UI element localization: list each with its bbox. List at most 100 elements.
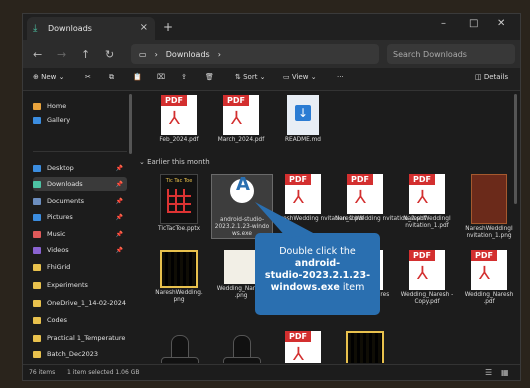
cut-icon[interactable]: ✂ — [85, 73, 91, 81]
file-name: NareshWeddingI nvitation_1.pdf — [403, 216, 451, 229]
minimize-button[interactable]: – — [441, 18, 446, 29]
file-item[interactable]: PDF ⅄ NareshWeddingI nvitation_1.pdf — [397, 174, 457, 230]
callout-line-1: Double click the — [279, 246, 356, 257]
sidebar-item[interactable]: Documents 📌 — [33, 194, 127, 208]
folder-icon — [33, 299, 41, 307]
sidebar-item[interactable]: Practical 1_Temperature Co — [33, 331, 127, 345]
sidebar-item[interactable]: Codes — [33, 313, 127, 327]
sidebar-item[interactable]: Music 📌 — [33, 227, 127, 241]
view-button[interactable]: ▭ View ⌄ — [283, 73, 317, 81]
file-item[interactable]: PDF ⅄ Wedding_Naresh .pdf — [459, 250, 513, 306]
view-icon: ▭ — [283, 73, 292, 81]
pdf-file-icon: PDF ⅄ — [161, 95, 197, 135]
instruction-callout: Double click the android- studio-2023.2.… — [255, 233, 380, 315]
command-bar: ⊕ New ⌄ ✂ ⧉ 📋 ⌧ ⇪ 🗑 ⇅ Sort ⌄ ▭ View ⌄ ··… — [23, 68, 520, 91]
breadcrumb[interactable]: ▭ › Downloads › — [131, 44, 379, 64]
tab-downloads[interactable]: ⤓ Downloads × — [27, 17, 155, 40]
acrobat-icon: ⅄ — [417, 263, 428, 284]
sidebar-item[interactable]: FhiGrid — [33, 260, 127, 274]
file-item[interactable]: Tic Tac Toe TicTacToe.pptx — [149, 174, 209, 233]
sidebar-item[interactable]: Gallery — [33, 113, 127, 127]
file-name: March_2024.pdf — [217, 137, 265, 143]
breadcrumb-downloads[interactable]: Downloads — [166, 50, 210, 59]
rename-icon[interactable]: ⌧ — [157, 73, 165, 81]
file-item[interactable] — [211, 331, 271, 363]
refresh-icon[interactable]: ↻ — [105, 48, 114, 61]
new-tab-button[interactable]: + — [163, 20, 173, 34]
paste-icon[interactable]: 📋 — [133, 73, 142, 81]
navigation-pane: Home Gallery Desktop 📌 Downloads 📌 Documents 📌 P… — [23, 91, 131, 363]
maximize-button[interactable]: □ — [469, 18, 478, 29]
sidebar-item[interactable]: Downloads 📌 — [33, 177, 127, 191]
sidebar-item[interactable]: Home — [33, 99, 127, 113]
delete-icon[interactable]: 🗑 — [205, 73, 214, 81]
sidebar-item-label: Gallery — [47, 116, 71, 124]
folder-icon — [33, 180, 41, 188]
file-item[interactable]: NareshWeddingI nvitation_1.png — [459, 174, 513, 240]
shiva-lingam-icon — [221, 331, 261, 363]
sidebar-item-label: Pictures — [47, 213, 73, 221]
sidebar-item[interactable]: Experiments — [33, 278, 127, 292]
copy-icon[interactable]: ⧉ — [109, 73, 114, 82]
group-header-label: Earlier this month — [147, 158, 210, 166]
file-item[interactable]: PDF ⅄ March_2024.pdf — [211, 95, 271, 144]
pdf-label: PDF — [223, 95, 249, 106]
file-item[interactable] — [335, 331, 395, 363]
sidebar-scrollbar[interactable] — [129, 94, 132, 154]
back-arrow-icon[interactable]: ← — [33, 48, 42, 61]
acrobat-icon: ⅄ — [479, 263, 490, 284]
acrobat-icon: ⅄ — [417, 187, 428, 208]
pin-icon: 📌 — [115, 246, 123, 254]
sidebar-item-label: Home — [47, 102, 67, 110]
new-button[interactable]: ⊕ New ⌄ — [33, 73, 64, 81]
acrobat-icon: ⅄ — [293, 344, 304, 364]
sidebar-item-label: Practical 1_Temperature Co — [47, 334, 127, 342]
folder-icon — [33, 246, 41, 254]
file-item[interactable]: NareshWedding. png — [149, 250, 209, 304]
details-pane-icon: ◫ — [475, 73, 484, 81]
file-item[interactable]: ↓ README.md — [273, 95, 333, 144]
file-item[interactable]: PDF ⅄ Wedding_Naresh - Copy.pdf — [397, 250, 457, 306]
file-item[interactable]: PDF ⅄ — [273, 331, 333, 363]
folder-icon — [33, 263, 41, 271]
invitation-image-thumbnail — [471, 174, 507, 224]
more-options-button[interactable]: ··· — [337, 73, 344, 81]
details-view-icon[interactable]: ☰ — [485, 368, 492, 377]
folder-icon — [33, 197, 41, 205]
sidebar-item[interactable]: Pictures 📌 — [33, 210, 127, 224]
sort-button[interactable]: ⇅ Sort ⌄ — [235, 73, 266, 81]
content-scrollbar[interactable] — [514, 94, 517, 204]
pdf-label: PDF — [409, 250, 435, 261]
sidebar-item[interactable]: Batch_Dec2023 — [33, 347, 127, 361]
tiles-view-icon[interactable]: ▦ — [501, 368, 509, 377]
file-list: ⌄ Earlier this month PDF ⅄ Feb_2024.pdf PDF… — [135, 91, 513, 363]
close-button[interactable]: ✕ — [497, 18, 505, 29]
tab-title: Downloads — [48, 24, 92, 33]
pdf-label: PDF — [161, 95, 187, 106]
sidebar-item[interactable]: OneDrive_1_14-02-2024 — [33, 296, 127, 310]
file-item[interactable] — [149, 331, 209, 363]
share-icon[interactable]: ⇪ — [181, 73, 187, 81]
up-arrow-icon[interactable]: ↑ — [81, 48, 90, 61]
pin-icon: 📌 — [115, 230, 123, 238]
file-item[interactable]: PDF ⅄ NareshWedding nvitation_2.pdf — [335, 174, 426, 223]
details-button[interactable]: ◫ Details — [475, 73, 508, 81]
file-item[interactable]: PDF ⅄ Feb_2024.pdf — [149, 95, 209, 144]
download-icon: ⤓ — [33, 22, 38, 34]
tab-close-button[interactable]: × — [140, 22, 148, 33]
pdf-file-icon: PDF ⅄ — [409, 250, 445, 290]
pin-icon: 📌 — [115, 164, 123, 172]
pdf-label: PDF — [347, 174, 373, 185]
sidebar-item[interactable]: Desktop 📌 — [33, 161, 127, 175]
plus-circle-icon: ⊕ — [33, 73, 42, 81]
pdf-file-icon: PDF ⅄ — [223, 95, 259, 135]
forward-arrow-icon[interactable]: → — [57, 48, 66, 61]
monitor-icon: ▭ — [139, 49, 147, 59]
sidebar-item-label: Music — [47, 230, 66, 238]
sidebar-item[interactable]: Videos 📌 — [33, 243, 127, 257]
chevron-down-icon: ⌄ — [139, 158, 148, 166]
acrobat-icon: ⅄ — [231, 108, 242, 129]
group-header-earlier-this-month[interactable]: ⌄ Earlier this month — [139, 158, 210, 166]
search-input[interactable]: Search Downloads — [387, 44, 515, 64]
file-name: NareshWedding. png — [155, 290, 203, 303]
